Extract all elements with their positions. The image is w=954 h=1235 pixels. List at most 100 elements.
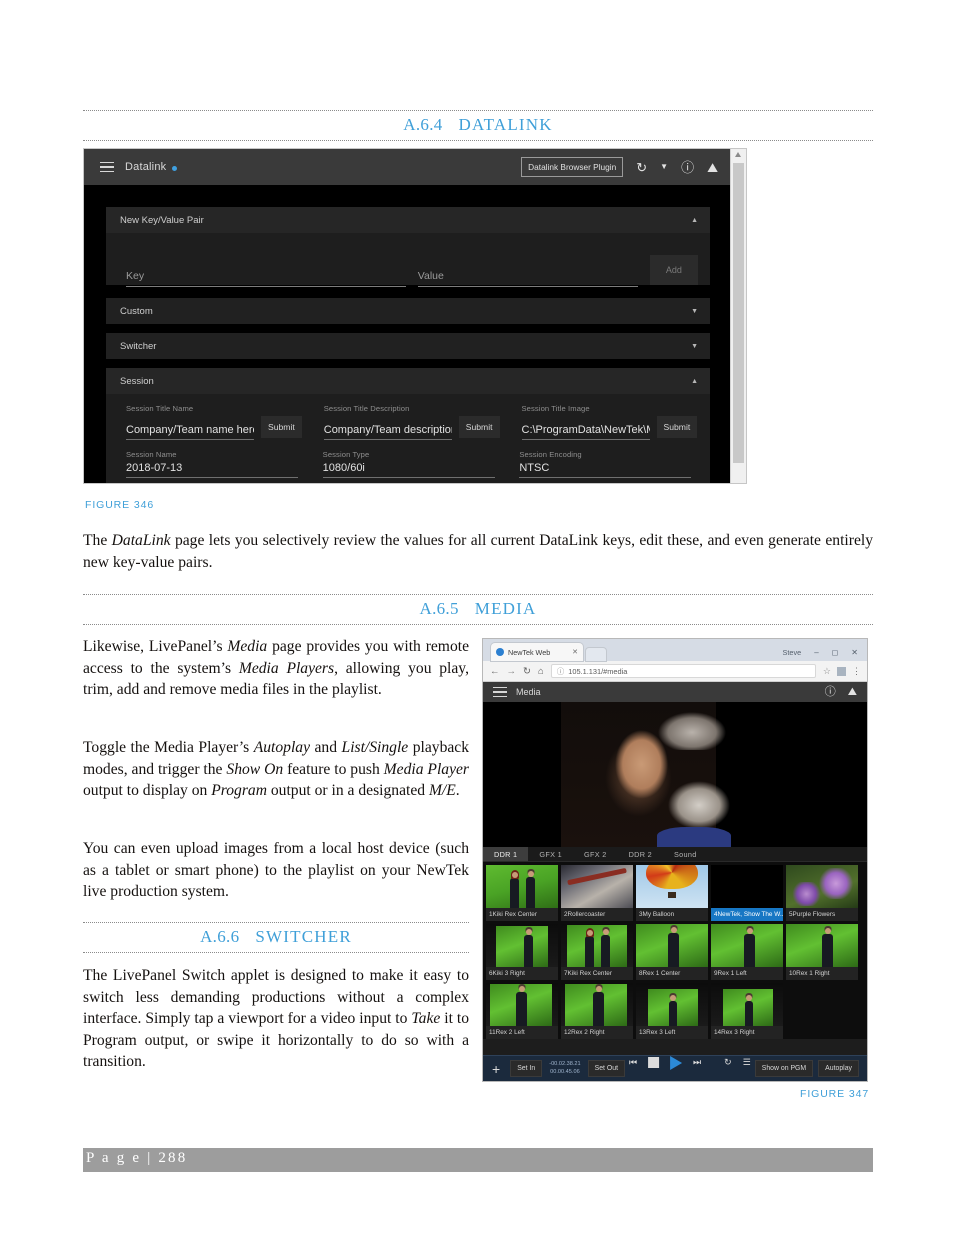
value-input[interactable]: Value [417, 270, 638, 287]
kebab-menu-icon[interactable]: ⋮ [852, 666, 861, 677]
chevron-up-icon[interactable]: ▲ [691, 217, 698, 224]
list-item[interactable]: 10Rex 1 Right [786, 924, 858, 980]
field-underline [323, 439, 452, 440]
panel-header-session[interactable]: Session ▲ [106, 368, 710, 394]
forward-arrow-icon[interactable]: → [507, 666, 517, 677]
refresh-icon[interactable]: ↻ [636, 161, 647, 174]
add-button[interactable]: Add [649, 255, 698, 285]
previous-track-icon[interactable]: ⏮ [629, 1058, 637, 1067]
address-bar[interactable]: ⓘ 105.1.131/#media [550, 664, 816, 678]
text-run: output or in a designated [266, 782, 429, 799]
paragraph-media-3: You can even upload images from a local … [83, 840, 469, 900]
list-item[interactable]: 7Kiki Rex Center [561, 924, 633, 980]
panel-header-custom[interactable]: Custom ▼ [106, 298, 710, 324]
tab-gfx-2[interactable]: GFX 2 [573, 847, 618, 861]
bookmark-star-icon[interactable]: ☆ [823, 666, 831, 677]
clip-label: 8Rex 1 Center [636, 967, 708, 980]
clip-thumbnail [561, 865, 633, 908]
datalink-browser-plugin-button[interactable]: Datalink Browser Plugin [521, 157, 624, 177]
key-input[interactable]: Key [126, 270, 406, 287]
reload-icon[interactable]: ↻ [523, 666, 531, 677]
field-value[interactable]: 2018-07-13 [126, 462, 298, 477]
list-item[interactable]: 3My Balloon [636, 865, 708, 921]
plus-icon[interactable]: + [489, 1062, 503, 1076]
browser-tab-strip: NewTek Web ✕ Steve – ◻ ✕ [483, 639, 867, 661]
tab-ddr-1[interactable]: DDR 1 [483, 847, 529, 861]
submit-button[interactable]: Submit [656, 416, 698, 438]
panel-header-switcher[interactable]: Switcher ▼ [106, 333, 710, 359]
tab-sound[interactable]: Sound [663, 847, 708, 861]
figure-caption-346: FIGURE 346 [85, 499, 155, 511]
datalink-app-title: Datalink [125, 161, 167, 173]
list-item[interactable]: 8Rex 1 Center [636, 924, 708, 980]
stop-icon[interactable] [648, 1057, 660, 1068]
field-value[interactable]: Company/Team name here ... [126, 424, 254, 439]
clip-thumbnail [561, 983, 633, 1026]
vertical-scrollbar[interactable] [730, 149, 746, 483]
list-item[interactable]: 6Kiki 3 Right [486, 924, 558, 980]
list-item[interactable]: 12Rex 2 Right [561, 983, 633, 1039]
list-item[interactable]: 5Purple Flowers [786, 865, 858, 921]
media-preview-viewport[interactable] [483, 702, 867, 847]
help-icon[interactable]: ⓘ [681, 161, 694, 174]
chevron-down-icon[interactable]: ▼ [691, 343, 698, 350]
chevron-down-icon[interactable]: ▼ [660, 163, 668, 171]
chevron-up-icon[interactable]: ▲ [691, 378, 698, 385]
minimize-icon[interactable]: – [814, 648, 818, 657]
set-in-button[interactable]: Set In [510, 1060, 543, 1077]
home-icon[interactable]: ⛰ [848, 686, 857, 698]
show-on-pgm-button[interactable]: Show on PGM [754, 1060, 814, 1077]
thumbnail-figure [526, 869, 535, 908]
clip-thumbnail [786, 924, 858, 967]
transport-right-actions: Show on PGM Autoplay [754, 1060, 861, 1077]
close-icon[interactable]: ✕ [572, 648, 578, 656]
submit-button[interactable]: Submit [261, 416, 302, 438]
field-value[interactable]: C:\ProgramData\NewTek\Mediа [522, 424, 650, 439]
panel-title: Session [120, 375, 154, 387]
autoplay-button[interactable]: Autoplay [818, 1060, 859, 1077]
field-value[interactable]: 1080/60i [323, 462, 495, 477]
submit-button[interactable]: Submit [458, 416, 500, 438]
playlist-icon[interactable]: ☰ [743, 1058, 751, 1067]
preview-image-detail [657, 827, 731, 847]
close-icon[interactable]: ✕ [851, 648, 858, 657]
hamburger-icon[interactable] [493, 686, 507, 698]
home-icon[interactable]: ⛰ [707, 161, 718, 174]
clip-label: 1Kiki Rex Center [486, 908, 558, 921]
maximize-icon[interactable]: ◻ [832, 648, 839, 657]
hamburger-icon[interactable] [100, 161, 114, 173]
help-icon[interactable]: ⓘ [825, 686, 836, 698]
browser-tab[interactable]: NewTek Web ✕ [491, 643, 583, 661]
list-item[interactable]: 4NewTek, Show The W.. [711, 865, 783, 921]
list-item[interactable]: 9Rex 1 Left [711, 924, 783, 980]
thumbnail-figure [524, 927, 533, 967]
next-track-icon[interactable]: ⏭ [693, 1058, 701, 1067]
back-arrow-icon[interactable]: ← [490, 666, 500, 677]
list-item[interactable]: 11Rex 2 Left [486, 983, 558, 1039]
clip-label: 14Rex 3 Right [711, 1026, 783, 1039]
tab-gfx-1[interactable]: GFX 1 [528, 847, 573, 861]
home-icon[interactable]: ⌂ [538, 666, 544, 677]
scroll-up-arrow-icon[interactable] [735, 152, 741, 157]
field-value[interactable]: Company/Team description her [324, 424, 452, 439]
extension-icon[interactable] [837, 666, 846, 676]
list-item[interactable]: 1Kiki Rex Center [486, 865, 558, 921]
loop-icon[interactable]: ↻ [724, 1058, 732, 1067]
new-tab-icon[interactable] [586, 648, 606, 661]
list-item[interactable]: 14Rex 3 Right [711, 983, 783, 1039]
panel-header-new-key-value-pair[interactable]: New Key/Value Pair ▲ [106, 207, 710, 233]
field-underline [126, 439, 254, 440]
tab-ddr-2[interactable]: DDR 2 [618, 847, 663, 861]
field-value[interactable]: NTSC [519, 462, 691, 477]
text-run-emphasis: Take [411, 1010, 441, 1027]
play-icon[interactable] [670, 1055, 683, 1070]
list-item[interactable]: 2Rollercoaster [561, 865, 633, 921]
info-icon[interactable]: ⓘ [557, 666, 565, 677]
figure-346-datalink-screenshot: Datalink Datalink Browser Plugin ↻ ▼ ⓘ ⛰… [83, 148, 747, 484]
text-run-emphasis: M/E [428, 782, 456, 799]
chevron-down-icon[interactable]: ▼ [691, 308, 698, 315]
list-item[interactable]: 13Rex 3 Left [636, 983, 708, 1039]
scrollbar-thumb[interactable] [733, 163, 744, 463]
browser-profile-label[interactable]: Steve [783, 648, 802, 657]
set-out-button[interactable]: Set Out [587, 1060, 625, 1077]
